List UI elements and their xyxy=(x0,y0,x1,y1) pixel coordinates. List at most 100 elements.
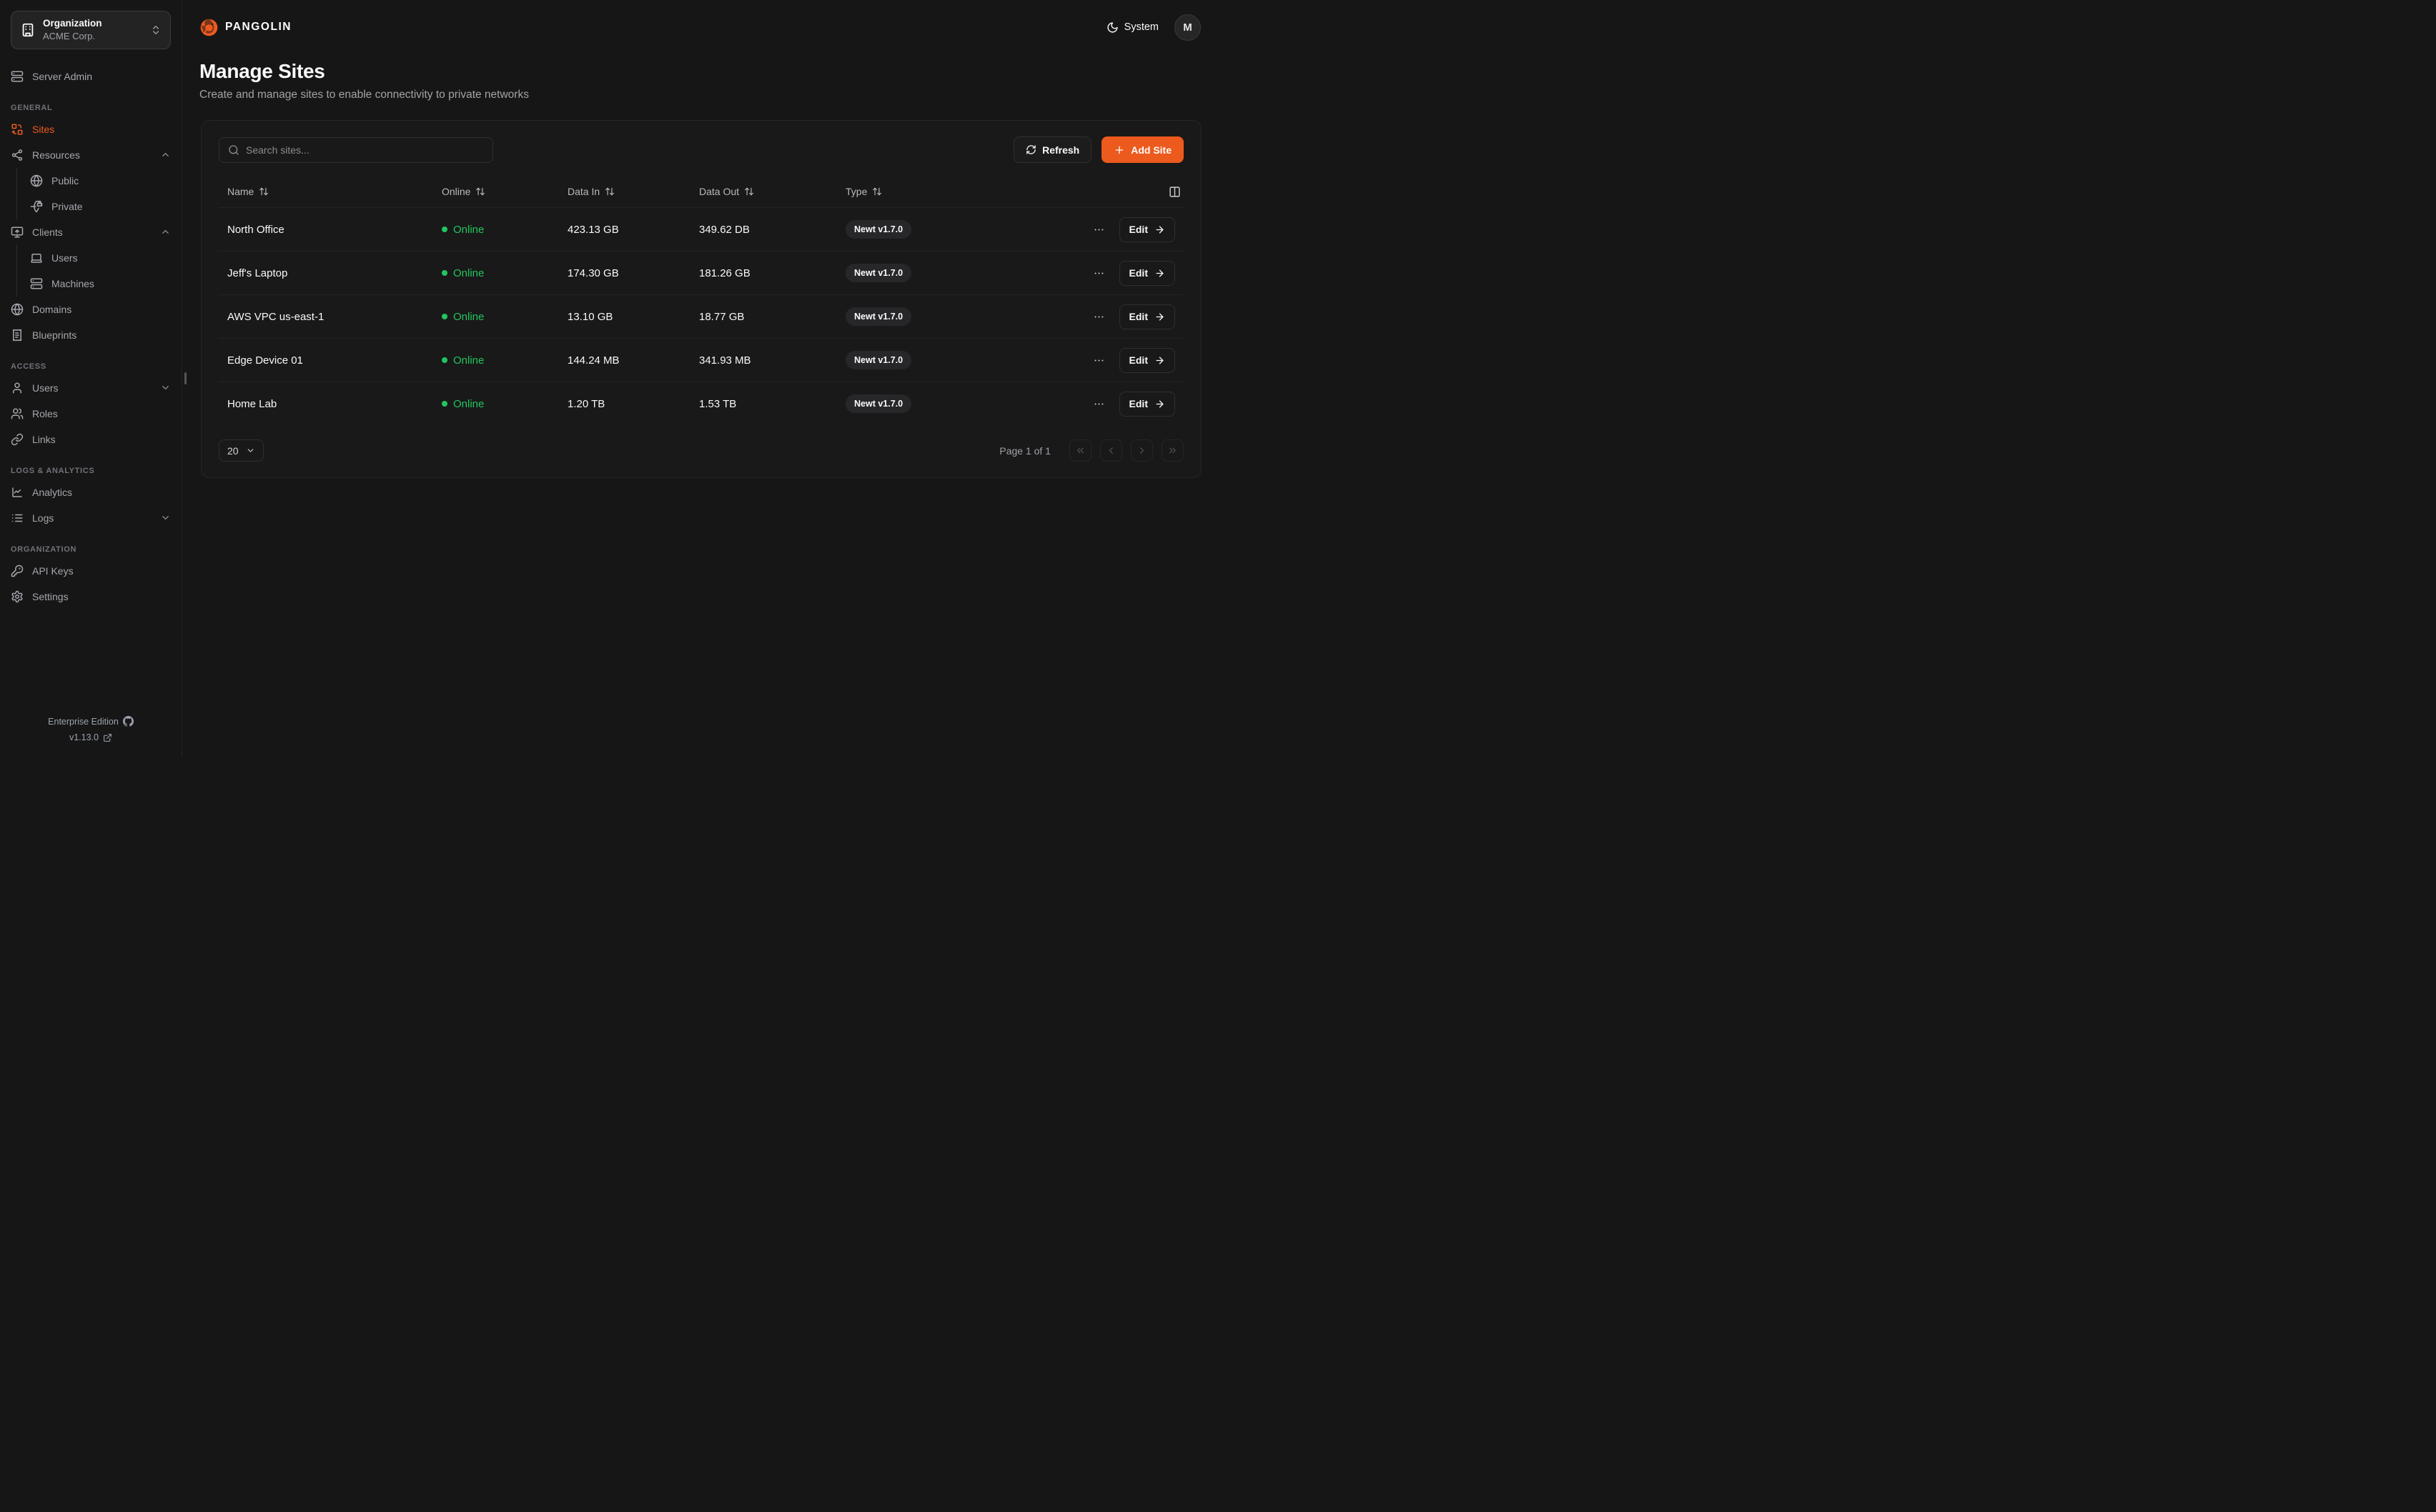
add-site-button[interactable]: Add Site xyxy=(1101,136,1184,163)
sidebar-item-client-users[interactable]: Users xyxy=(30,245,171,271)
sidebar-item-blueprints[interactable]: Blueprints xyxy=(11,322,171,348)
online-dot-icon xyxy=(442,357,447,363)
edit-button[interactable]: Edit xyxy=(1119,217,1175,242)
next-page-button[interactable] xyxy=(1131,439,1153,462)
chevrons-left-icon xyxy=(1075,445,1086,456)
theme-toggle[interactable]: System xyxy=(1106,21,1159,34)
row-menu-button[interactable] xyxy=(1090,308,1108,326)
sidebar-item-label: Sites xyxy=(32,124,171,135)
brand-name: PANGOLIN xyxy=(225,21,292,34)
ellipsis-icon xyxy=(1093,224,1105,236)
sidebar-item-settings[interactable]: Settings xyxy=(11,584,171,610)
sidebar-item-logs[interactable]: Logs xyxy=(11,505,171,531)
users-icon xyxy=(11,407,24,420)
chevrons-right-icon xyxy=(1167,445,1178,456)
type-badge: Newt v1.7.0 xyxy=(846,307,911,326)
data-out-value: 349.62 DB xyxy=(690,224,837,236)
globe-icon xyxy=(11,303,24,316)
sidebar-item-resources[interactable]: Resources xyxy=(11,142,171,168)
org-selector[interactable]: Organization ACME Corp. xyxy=(11,11,171,49)
sidebar-item-label: Blueprints xyxy=(32,329,171,341)
chevron-down-icon xyxy=(246,446,255,455)
row-menu-button[interactable] xyxy=(1090,221,1108,239)
sidebar-item-api-keys[interactable]: API Keys xyxy=(11,558,171,584)
chevron-up-icon xyxy=(160,227,171,237)
data-out-value: 181.26 GB xyxy=(690,267,837,279)
first-page-button[interactable] xyxy=(1069,439,1091,462)
online-dot-icon xyxy=(442,401,447,407)
data-in-value: 174.30 GB xyxy=(559,267,690,279)
edit-button[interactable]: Edit xyxy=(1119,261,1175,286)
globe-lock-icon xyxy=(30,200,43,213)
data-out-value: 341.93 MB xyxy=(690,354,837,367)
type-badge: Newt v1.7.0 xyxy=(846,394,911,413)
sort-icon xyxy=(475,186,485,197)
row-menu-button[interactable] xyxy=(1090,395,1108,413)
page-title: Manage Sites xyxy=(199,60,1201,83)
page-subtitle: Create and manage sites to enable connec… xyxy=(199,89,1201,101)
sort-icon xyxy=(872,186,882,197)
sidebar-item-machines[interactable]: Machines xyxy=(30,271,171,297)
version-link[interactable]: v1.13.0 xyxy=(11,732,171,742)
edit-label: Edit xyxy=(1129,311,1148,322)
main-content: PANGOLIN System M Manage Sites Create an… xyxy=(182,0,1218,756)
sidebar-item-links[interactable]: Links xyxy=(11,427,171,452)
search-input[interactable] xyxy=(246,144,484,156)
data-in-value: 144.24 MB xyxy=(559,354,690,367)
sites-icon xyxy=(11,123,24,136)
sidebar-item-label: Domains xyxy=(32,304,171,315)
chart-line-icon xyxy=(11,486,24,499)
avatar-initial: M xyxy=(1183,21,1192,34)
search-icon xyxy=(228,144,239,156)
data-in-value: 423.13 GB xyxy=(559,224,690,236)
server-icon xyxy=(11,70,24,83)
resources-subgroup: Public Private xyxy=(16,168,171,219)
row-menu-button[interactable] xyxy=(1090,352,1108,369)
sidebar-scrollbar-thumb[interactable] xyxy=(184,372,187,384)
clients-subgroup: Users Machines xyxy=(16,245,171,297)
sidebar-item-server-admin[interactable]: Server Admin xyxy=(11,64,171,89)
arrow-right-icon xyxy=(1154,355,1165,366)
columns-icon xyxy=(1169,186,1181,198)
row-menu-button[interactable] xyxy=(1090,264,1108,282)
edit-label: Edit xyxy=(1129,267,1148,279)
sidebar-item-clients[interactable]: Clients xyxy=(11,219,171,245)
column-header-name[interactable]: Name xyxy=(219,186,433,197)
column-header-data-out[interactable]: Data Out xyxy=(690,186,837,197)
prev-page-button[interactable] xyxy=(1100,439,1122,462)
sidebar-item-public[interactable]: Public xyxy=(30,168,171,194)
column-header-type[interactable]: Type xyxy=(837,186,1064,197)
sidebar-item-analytics[interactable]: Analytics xyxy=(11,479,171,505)
edit-label: Edit xyxy=(1129,224,1148,235)
moon-icon xyxy=(1106,21,1119,34)
status-badge: Online xyxy=(433,311,559,323)
section-label-logs-analytics: LOGS & ANALYTICS xyxy=(11,467,171,475)
laptop-icon xyxy=(30,252,43,264)
edit-button[interactable]: Edit xyxy=(1119,304,1175,329)
sidebar-item-sites[interactable]: Sites xyxy=(11,116,171,142)
table-row: Jeff's Laptop Online 174.30 GB 181.26 GB… xyxy=(219,251,1184,294)
page-size-select[interactable]: 20 xyxy=(219,439,264,462)
chevron-left-icon xyxy=(1106,445,1116,456)
data-out-value: 18.77 GB xyxy=(690,311,837,323)
sidebar-item-roles[interactable]: Roles xyxy=(11,401,171,427)
refresh-button[interactable]: Refresh xyxy=(1014,136,1091,163)
edit-button[interactable]: Edit xyxy=(1119,348,1175,373)
server-icon xyxy=(30,277,43,290)
sidebar-item-private[interactable]: Private xyxy=(30,194,171,219)
avatar[interactable]: M xyxy=(1174,14,1201,41)
column-header-data-in[interactable]: Data In xyxy=(559,186,690,197)
site-name: Jeff's Laptop xyxy=(219,267,433,279)
brand-logo[interactable]: PANGOLIN xyxy=(199,18,292,37)
sidebar-item-label: Machines xyxy=(51,278,171,289)
column-header-online[interactable]: Online xyxy=(433,186,559,197)
table-row: Edge Device 01 Online 144.24 MB 341.93 M… xyxy=(219,338,1184,382)
last-page-button[interactable] xyxy=(1162,439,1184,462)
column-picker-button[interactable] xyxy=(1169,186,1181,198)
external-link-icon xyxy=(103,733,112,742)
edition-link[interactable]: Enterprise Edition xyxy=(11,716,171,727)
sidebar-item-domains[interactable]: Domains xyxy=(11,297,171,322)
sidebar-item-users[interactable]: Users xyxy=(11,375,171,401)
edit-button[interactable]: Edit xyxy=(1119,392,1175,417)
search-box[interactable] xyxy=(219,137,493,163)
